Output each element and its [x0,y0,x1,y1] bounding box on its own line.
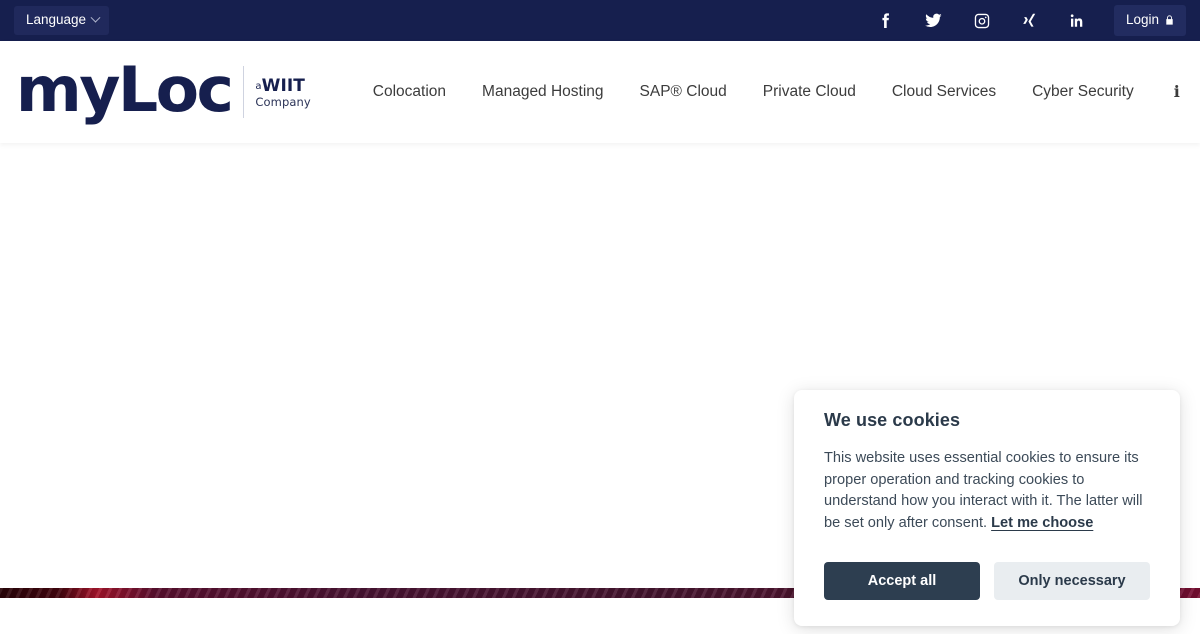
logo-tagline: aWIIT Company [255,74,310,110]
login-button[interactable]: Login [1113,5,1186,36]
site-logo[interactable]: myLoc aWIIT Company [0,52,311,126]
facebook-icon[interactable] [862,0,910,41]
nav-item-private-cloud[interactable]: Private Cloud [745,41,874,143]
language-selector[interactable]: Language [14,6,110,35]
logo-wordmark: myLoc [15,52,234,126]
chevron-down-icon [90,12,101,23]
topbar-right-group: Login [862,0,1186,41]
site-header: myLoc aWIIT Company Colocation Managed H… [0,41,1200,143]
nav-item-managed-hosting[interactable]: Managed Hosting [464,41,622,143]
nav-item-colocation[interactable]: Colocation [355,41,464,143]
top-utility-bar: Language Login [0,0,1200,41]
cookie-consent-dialog: We use cookies This website uses essenti… [794,390,1180,626]
nav-item-cloud-services[interactable]: Cloud Services [874,41,1014,143]
language-label: Language [26,12,87,28]
logo-tagline-brand: WIIT [261,76,306,97]
logo-divider [243,66,245,118]
only-necessary-button[interactable]: Only necessary [994,562,1150,600]
instagram-icon[interactable] [958,0,1006,41]
logo-tagline-company: Company [255,95,311,110]
info-icon[interactable]: i [1152,41,1196,143]
login-label: Login [1125,12,1159,28]
cookie-dialog-actions: Accept all Only necessary [824,562,1150,600]
nav-item-cyber-security[interactable]: Cyber Security [1014,41,1152,143]
accept-all-button[interactable]: Accept all [824,562,980,600]
twitter-icon[interactable] [910,0,958,41]
lock-icon [1166,14,1173,25]
cookie-dialog-body: This website uses essential cookies to e… [824,448,1150,534]
cookie-body-text: This website uses essential cookies to e… [824,450,1143,531]
let-me-choose-link[interactable]: Let me choose [991,515,1093,531]
nav-item-sap-cloud[interactable]: SAP® Cloud [622,41,745,143]
main-navigation: Colocation Managed Hosting SAP® Cloud Pr… [355,41,1196,143]
linkedin-icon[interactable] [1054,0,1102,41]
xing-icon[interactable] [1006,0,1054,41]
cookie-dialog-title: We use cookies [824,410,961,430]
